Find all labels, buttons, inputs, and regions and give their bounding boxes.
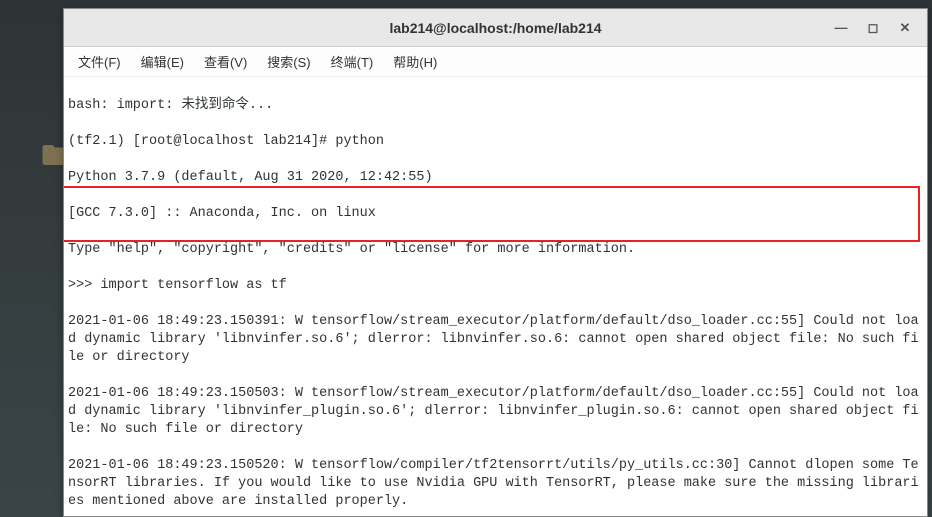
terminal-line: Type "help", "copyright", "credits" or "… (68, 241, 923, 259)
menu-edit[interactable]: 编辑(E) (133, 49, 192, 74)
maximize-button[interactable]: ◻ (863, 18, 883, 38)
terminal-content[interactable]: bash: import: 未找到命令... (tf2.1) [root@loc… (64, 77, 927, 516)
close-button[interactable]: ✕ (895, 18, 915, 38)
terminal-line: (tf2.1) [root@localhost lab214]# python (68, 133, 923, 151)
terminal-line: bash: import: 未找到命令... (68, 97, 923, 115)
terminal-line: [GCC 7.3.0] :: Anaconda, Inc. on linux (68, 205, 923, 223)
menu-help[interactable]: 帮助(H) (385, 49, 445, 74)
terminal-window: lab214@localhost:/home/lab214 — ◻ ✕ 文件(F… (63, 8, 928, 517)
terminal-line: 2021-01-06 18:49:23.150391: W tensorflow… (68, 313, 923, 367)
terminal-line: >>> import tensorflow as tf (68, 277, 923, 295)
desktop: lab214@localhost:/home/lab214 — ◻ ✕ 文件(F… (0, 0, 932, 517)
minimize-button[interactable]: — (831, 18, 851, 38)
menu-search[interactable]: 搜索(S) (259, 49, 318, 74)
menubar: 文件(F) 编辑(E) 查看(V) 搜索(S) 终端(T) 帮助(H) (64, 47, 927, 77)
window-title: lab214@localhost:/home/lab214 (389, 20, 601, 36)
terminal-line: Python 3.7.9 (default, Aug 31 2020, 12:4… (68, 169, 923, 187)
menu-file[interactable]: 文件(F) (70, 49, 129, 74)
terminal-line: 2021-01-06 18:49:23.150503: W tensorflow… (68, 385, 923, 439)
titlebar[interactable]: lab214@localhost:/home/lab214 — ◻ ✕ (64, 9, 927, 47)
window-controls: — ◻ ✕ (831, 9, 923, 46)
menu-terminal[interactable]: 终端(T) (323, 49, 382, 74)
menu-view[interactable]: 查看(V) (196, 49, 255, 74)
terminal-line: 2021-01-06 18:49:23.150520: W tensorflow… (68, 457, 923, 511)
